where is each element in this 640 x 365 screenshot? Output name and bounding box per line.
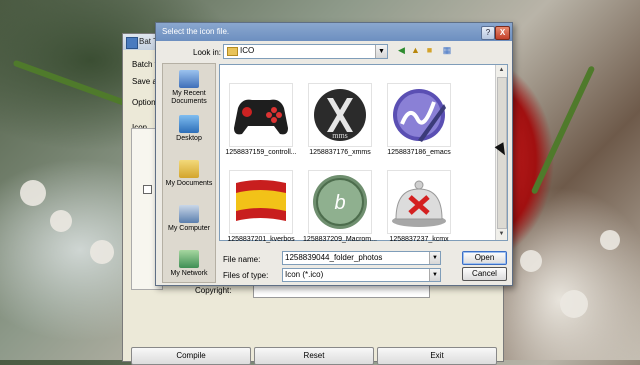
exit-button[interactable]: Exit bbox=[377, 347, 497, 365]
background-petal bbox=[520, 250, 542, 272]
spain-flag-icon bbox=[229, 170, 293, 234]
compile-button[interactable]: Compile bbox=[131, 347, 251, 365]
reset-button[interactable]: Reset bbox=[254, 347, 374, 365]
place-label: Desktop bbox=[176, 135, 202, 142]
cloche-icon bbox=[387, 170, 451, 234]
dialog-title: Select the icon file. bbox=[162, 27, 230, 36]
my-computer-icon bbox=[179, 205, 199, 223]
my-documents-icon bbox=[179, 160, 199, 178]
background-petal bbox=[20, 180, 46, 206]
select-icon-dialog: Select the icon file. ? X Look in: ICO ▼… bbox=[155, 22, 513, 286]
app-icon bbox=[126, 37, 138, 49]
close-button[interactable]: X bbox=[495, 26, 510, 40]
file-name: 1258837176_xmms bbox=[309, 149, 371, 156]
option-checkbox[interactable] bbox=[143, 185, 152, 194]
file-name: 1258837159_controll... bbox=[225, 149, 297, 156]
chevron-down-icon[interactable]: ▼ bbox=[429, 252, 440, 264]
background-petal bbox=[50, 210, 72, 232]
chevron-down-icon[interactable]: ▼ bbox=[375, 45, 387, 58]
scroll-down-icon[interactable]: ▼ bbox=[496, 229, 507, 240]
file-name: 1258837201_kverbos bbox=[227, 236, 295, 243]
copyright-field[interactable] bbox=[253, 284, 430, 298]
files-of-type-label: Files of type: bbox=[223, 271, 269, 280]
files-of-type-select[interactable]: Icon (*.ico) ▼ bbox=[282, 268, 441, 282]
place-my-computer[interactable]: My Computer bbox=[163, 205, 215, 233]
file-list-view[interactable]: 1258837159_controll... mms 1258837176_xm… bbox=[219, 64, 508, 243]
my-network-icon bbox=[179, 250, 199, 268]
file-item[interactable]: 1258837201_kverbos bbox=[224, 170, 298, 243]
place-label: My Documents bbox=[165, 180, 213, 187]
gamepad-icon bbox=[229, 83, 293, 147]
macromedia-icon: b bbox=[308, 170, 372, 234]
cancel-button[interactable]: Cancel bbox=[462, 267, 507, 281]
background-petal bbox=[560, 290, 588, 318]
place-my-documents[interactable]: My Documents bbox=[163, 160, 215, 188]
svg-text:mms: mms bbox=[332, 131, 348, 140]
files-of-type-value: Icon (*.ico) bbox=[285, 270, 324, 279]
back-icon[interactable]: ◀ bbox=[396, 45, 407, 56]
chevron-down-icon[interactable]: ▼ bbox=[429, 269, 440, 281]
file-item[interactable]: b 1258837209_Macrom... bbox=[303, 170, 377, 243]
place-label: My Recent Documents bbox=[171, 90, 207, 105]
desktop-icon bbox=[179, 115, 199, 133]
look-in-label: Look in: bbox=[193, 48, 222, 57]
emacs-icon bbox=[387, 83, 451, 147]
file-name: 1258837186_emacs bbox=[387, 149, 451, 156]
background-petal bbox=[600, 230, 620, 250]
place-recent-documents[interactable]: My Recent Documents bbox=[163, 70, 215, 106]
file-item[interactable]: 1258837186_emacs bbox=[382, 83, 456, 156]
flower-stem bbox=[530, 65, 596, 195]
open-button[interactable]: Open bbox=[462, 251, 507, 265]
scroll-up-icon[interactable]: ▲ bbox=[496, 65, 507, 76]
look-in-value: ICO bbox=[240, 46, 255, 55]
file-name: 1258837237_kcmx bbox=[389, 236, 449, 243]
help-button[interactable]: ? bbox=[481, 26, 495, 40]
folder-icon bbox=[227, 47, 238, 56]
copyright-label: Copyright: bbox=[195, 286, 232, 295]
recent-documents-icon bbox=[179, 70, 199, 88]
background-petal bbox=[90, 240, 114, 264]
place-desktop[interactable]: Desktop bbox=[163, 115, 215, 143]
file-name-label: File name: bbox=[223, 255, 261, 264]
file-item[interactable]: 1258837237_kcmx bbox=[382, 170, 456, 243]
file-item[interactable]: mms 1258837176_xmms bbox=[303, 83, 377, 156]
svg-text:b: b bbox=[334, 192, 345, 214]
xmms-icon: mms bbox=[308, 83, 372, 147]
file-name-field[interactable]: 1258839044_folder_photos ▼ bbox=[282, 251, 441, 265]
place-label: My Computer bbox=[167, 225, 210, 232]
flower-stem bbox=[12, 59, 128, 107]
file-name: 1258837209_Macrom... bbox=[303, 236, 377, 243]
places-bar: My Recent Documents Desktop My Documents… bbox=[162, 63, 216, 283]
file-item[interactable]: 1258837159_controll... bbox=[224, 83, 298, 156]
file-name-value: 1258839044_folder_photos bbox=[285, 253, 383, 262]
dialog-titlebar: Select the icon file. ? X bbox=[156, 23, 512, 41]
view-menu-icon[interactable]: ▦ bbox=[440, 45, 454, 56]
up-folder-icon[interactable]: ▲ bbox=[410, 45, 421, 56]
place-label: My Network bbox=[170, 270, 208, 277]
new-folder-icon[interactable]: ■ bbox=[424, 45, 435, 56]
look-in-dropdown[interactable]: ICO ▼ bbox=[223, 44, 388, 59]
place-my-network[interactable]: My Network bbox=[163, 250, 215, 278]
